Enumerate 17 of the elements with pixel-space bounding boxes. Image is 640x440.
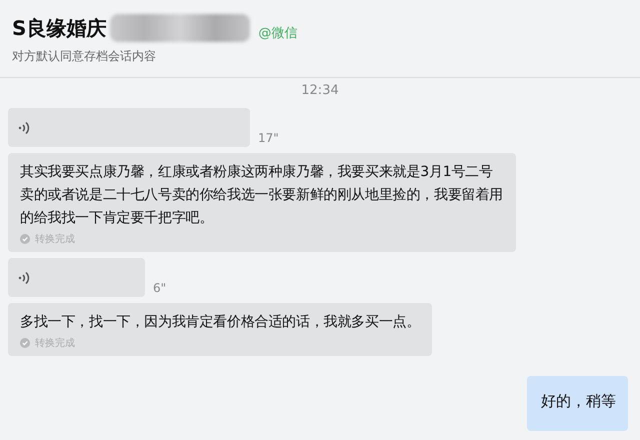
- voice-duration: 17": [258, 131, 279, 145]
- voice-message[interactable]: [8, 108, 250, 147]
- voice-duration: 6": [153, 281, 166, 295]
- voice-icon: [18, 270, 30, 284]
- archive-notice: 对方默认同意存档会话内容: [12, 48, 157, 65]
- voice-icon: [18, 120, 30, 134]
- check-icon: [20, 234, 30, 244]
- source-label: @微信: [258, 25, 298, 42]
- chat-title: S良缘婚庆: [12, 14, 106, 42]
- timestamp: 12:34: [300, 83, 340, 98]
- check-icon: [20, 338, 30, 348]
- transcript-text: 其实我要买点康乃馨，红康或者粉康这两种康乃馨，我要买来就是3月1号二号卖的或者说是二十七八号卖的你给我选一张要新鲜的刚从地里捡的，我要留着用的给我找一下肯定要千把字吧。: [20, 163, 504, 228]
- conversion-status: 转换完成: [35, 232, 75, 246]
- conversion-status: 转换完成: [35, 336, 75, 350]
- message-bubble: 好的，稍等: [527, 376, 628, 431]
- transcript-text: 多找一下，找一下，因为我肯定看价格合适的话，我就多买一点。: [20, 313, 420, 332]
- voice-message[interactable]: [8, 258, 145, 297]
